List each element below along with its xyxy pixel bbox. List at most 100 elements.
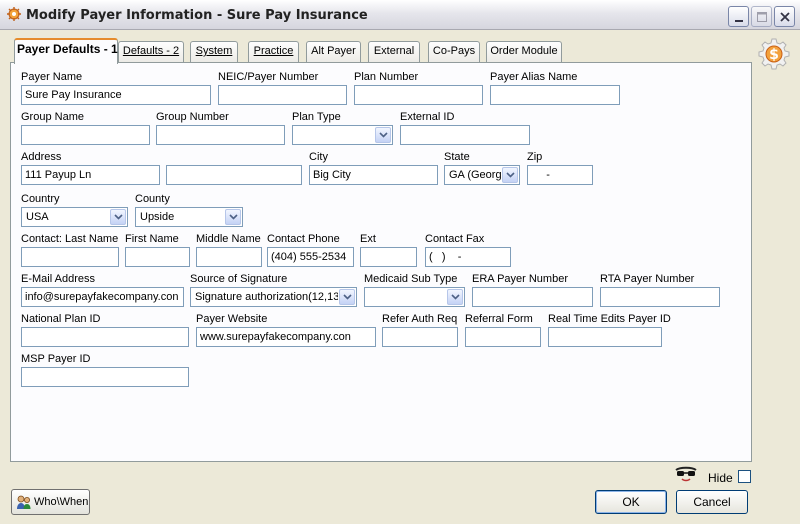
real-time-edits-label: Real Time Edits Payer ID (548, 313, 671, 325)
era-payer-number-input[interactable] (472, 287, 593, 307)
tab-defaults-2[interactable]: Defaults - 2 (118, 41, 184, 62)
chevron-down-icon (451, 294, 460, 300)
payer-name-label: Payer Name (21, 71, 83, 83)
contact-fax-label: Contact Fax (425, 233, 485, 245)
who-when-button[interactable]: Who\When (11, 489, 90, 515)
tab-alt-payer[interactable]: Alt Payer (306, 41, 361, 62)
group-number-input[interactable] (156, 125, 285, 145)
close-icon (780, 12, 790, 22)
email-input[interactable]: info@surepayfakecompany.con (21, 287, 184, 307)
medicaid-sub-type-select[interactable] (364, 287, 465, 307)
tab-panel-payer-defaults-1: Payer Name Sure Pay Insurance NEIC/Payer… (10, 62, 752, 462)
national-plan-id-label: National Plan ID (21, 313, 101, 325)
refer-auth-req-input[interactable] (382, 327, 458, 347)
minimize-button[interactable] (728, 6, 749, 27)
plan-type-label: Plan Type (292, 111, 341, 123)
group-name-input[interactable] (21, 125, 150, 145)
maximize-button (751, 6, 772, 27)
tab-co-pays[interactable]: Co-Pays (428, 41, 480, 62)
middle-name-input[interactable] (196, 247, 262, 267)
plan-number-input[interactable] (354, 85, 483, 105)
window-title: Modify Payer Information - Sure Pay Insu… (26, 8, 368, 23)
state-label: State (444, 151, 470, 163)
contact-fax-input[interactable]: ( ) - (425, 247, 511, 267)
zip-input[interactable]: - (527, 165, 593, 185)
chevron-down-icon (506, 172, 515, 178)
dropdown-button[interactable] (110, 209, 126, 225)
era-payer-number-label: ERA Payer Number (472, 273, 568, 285)
state-select[interactable]: GA (Georgia) (444, 165, 520, 185)
address-line1-input[interactable]: 111 Payup Ln (21, 165, 160, 185)
city-input[interactable]: Big City (309, 165, 438, 185)
msp-payer-id-input[interactable] (21, 367, 189, 387)
contact-phone-input[interactable]: (404) 555-2534 (267, 247, 354, 267)
payer-alias-label: Payer Alias Name (490, 71, 578, 83)
payer-website-input[interactable]: www.surepayfakecompany.con (196, 327, 376, 347)
county-label: County (135, 193, 170, 205)
referral-form-input[interactable] (465, 327, 541, 347)
ext-label: Ext (360, 233, 376, 245)
tab-system[interactable]: System (190, 41, 238, 62)
country-select[interactable]: USA (21, 207, 128, 227)
dropdown-button[interactable] (225, 209, 241, 225)
hide-label: Hide (708, 471, 733, 485)
plan-number-label: Plan Number (354, 71, 419, 83)
dropdown-button[interactable] (502, 167, 518, 183)
ok-button[interactable]: OK (595, 490, 667, 514)
city-label: City (309, 151, 328, 163)
email-label: E-Mail Address (21, 273, 95, 285)
chevron-down-icon (229, 214, 238, 220)
tab-external[interactable]: External (368, 41, 420, 62)
group-number-label: Group Number (156, 111, 229, 123)
ext-input[interactable] (360, 247, 417, 267)
county-select[interactable]: Upside (135, 207, 243, 227)
tab-control: Payer Defaults - 1 Defaults - 2 System P… (10, 38, 752, 462)
dropdown-button[interactable] (339, 289, 355, 305)
group-name-label: Group Name (21, 111, 84, 123)
msp-payer-id-label: MSP Payer ID (21, 353, 91, 365)
neic-payer-number-input[interactable] (218, 85, 347, 105)
contact-last-name-input[interactable] (21, 247, 119, 267)
first-name-input[interactable] (125, 247, 190, 267)
source-of-signature-label: Source of Signature (190, 273, 288, 285)
close-button[interactable] (774, 6, 795, 27)
rta-payer-number-input[interactable] (600, 287, 720, 307)
contact-last-name-label: Contact: Last Name (21, 233, 119, 245)
rta-payer-number-label: RTA Payer Number (600, 273, 695, 285)
source-of-signature-select[interactable]: Signature authorization(12,13) (190, 287, 357, 307)
spy-glasses-icon (674, 466, 698, 484)
external-id-label: External ID (400, 111, 455, 123)
payer-website-label: Payer Website (196, 313, 268, 325)
hide-checkbox[interactable] (738, 470, 751, 483)
medicaid-sub-type-label: Medicaid Sub Type (364, 273, 458, 285)
dollar-gear-icon: $ (758, 38, 790, 70)
minimize-icon (735, 20, 743, 22)
chevron-down-icon (343, 294, 352, 300)
chevron-down-icon (379, 132, 388, 138)
middle-name-label: Middle Name (196, 233, 261, 245)
real-time-edits-input[interactable] (548, 327, 662, 347)
zip-label: Zip (527, 151, 543, 163)
maximize-icon (757, 12, 767, 22)
tab-order-module[interactable]: Order Module (486, 41, 562, 62)
address-label: Address (21, 151, 62, 163)
dropdown-button[interactable] (375, 127, 391, 143)
title-bar[interactable]: Modify Payer Information - Sure Pay Insu… (0, 0, 800, 30)
contact-phone-label: Contact Phone (267, 233, 340, 245)
country-label: Country (21, 193, 60, 205)
tab-payer-defaults-1[interactable]: Payer Defaults - 1 (14, 38, 118, 64)
payer-alias-input[interactable] (490, 85, 620, 105)
first-name-label: First Name (125, 233, 179, 245)
external-id-input[interactable] (400, 125, 530, 145)
tab-practice[interactable]: Practice (248, 41, 299, 62)
plan-type-select[interactable] (292, 125, 393, 145)
payer-name-input[interactable]: Sure Pay Insurance (21, 85, 211, 105)
address-line2-input[interactable] (166, 165, 302, 185)
app-icon (6, 6, 22, 22)
national-plan-id-input[interactable] (21, 327, 189, 347)
svg-text:$: $ (769, 47, 779, 63)
neic-payer-number-label: NEIC/Payer Number (218, 71, 319, 83)
cancel-button[interactable]: Cancel (676, 490, 748, 514)
dropdown-button[interactable] (447, 289, 463, 305)
referral-form-label: Referral Form (465, 313, 533, 325)
